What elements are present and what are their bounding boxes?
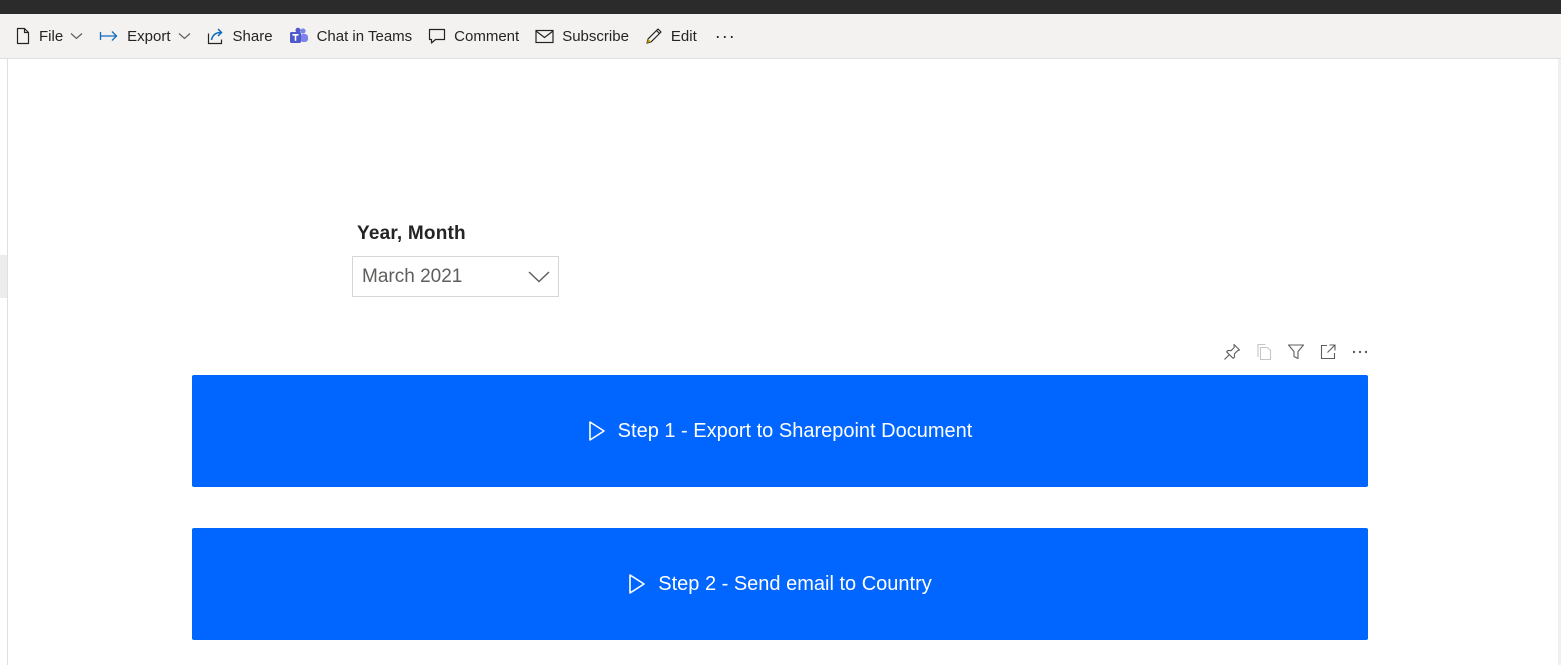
more-options-icon[interactable]: [1350, 342, 1370, 362]
export-menu[interactable]: Export: [99, 20, 190, 52]
comment-label: Comment: [454, 27, 520, 45]
play-icon: [588, 421, 605, 441]
slicer-title: Year, Month: [357, 223, 466, 244]
step2-label: Step 2 - Send email to Country: [658, 572, 932, 595]
pencil-icon: [646, 28, 662, 44]
step1-export-button[interactable]: Step 1 - Export to Sharepoint Document: [192, 375, 1368, 487]
chevron-down-icon: [70, 33, 83, 40]
copy-icon[interactable]: [1254, 342, 1274, 362]
visual-header: [1222, 342, 1370, 362]
subscribe-label: Subscribe: [562, 27, 629, 45]
play-icon: [629, 574, 646, 594]
chat-in-teams-button[interactable]: Chat in Teams: [289, 20, 413, 52]
year-month-dropdown[interactable]: March 2021: [352, 256, 559, 297]
chevron-down-icon: [178, 33, 190, 40]
step2-send-email-button[interactable]: Step 2 - Send email to Country: [192, 528, 1368, 640]
step1-label: Step 1 - Export to Sharepoint Document: [617, 419, 973, 442]
subscribe-button[interactable]: Subscribe: [535, 20, 629, 52]
comment-icon: [429, 28, 446, 44]
export-icon: [100, 31, 118, 41]
share-button[interactable]: Share: [207, 20, 273, 52]
report-toolbar: File Export Share Chat in Teams Comment …: [0, 14, 1561, 59]
pane-expand-handle[interactable]: [0, 255, 7, 298]
file-label: File: [39, 27, 64, 45]
teams-icon: [289, 27, 308, 43]
left-pane-edge: [0, 59, 8, 665]
more-options-button[interactable]: ···: [715, 26, 736, 47]
window-top-bar: [0, 0, 1561, 14]
share-label: Share: [232, 27, 273, 45]
chevron-down-icon: [528, 270, 550, 282]
export-label: Export: [127, 27, 171, 45]
file-menu[interactable]: File: [15, 20, 83, 52]
edit-button[interactable]: Edit: [645, 20, 697, 52]
share-icon: [207, 28, 223, 45]
focus-mode-icon[interactable]: [1318, 342, 1338, 362]
mail-icon: [535, 29, 554, 43]
file-icon: [16, 27, 30, 45]
dropdown-selected-value: March 2021: [362, 265, 463, 287]
filter-icon[interactable]: [1286, 342, 1306, 362]
edit-label: Edit: [670, 27, 697, 45]
chat-in-teams-label: Chat in Teams: [316, 27, 413, 45]
pin-icon[interactable]: [1222, 342, 1242, 362]
comment-button[interactable]: Comment: [428, 20, 519, 52]
